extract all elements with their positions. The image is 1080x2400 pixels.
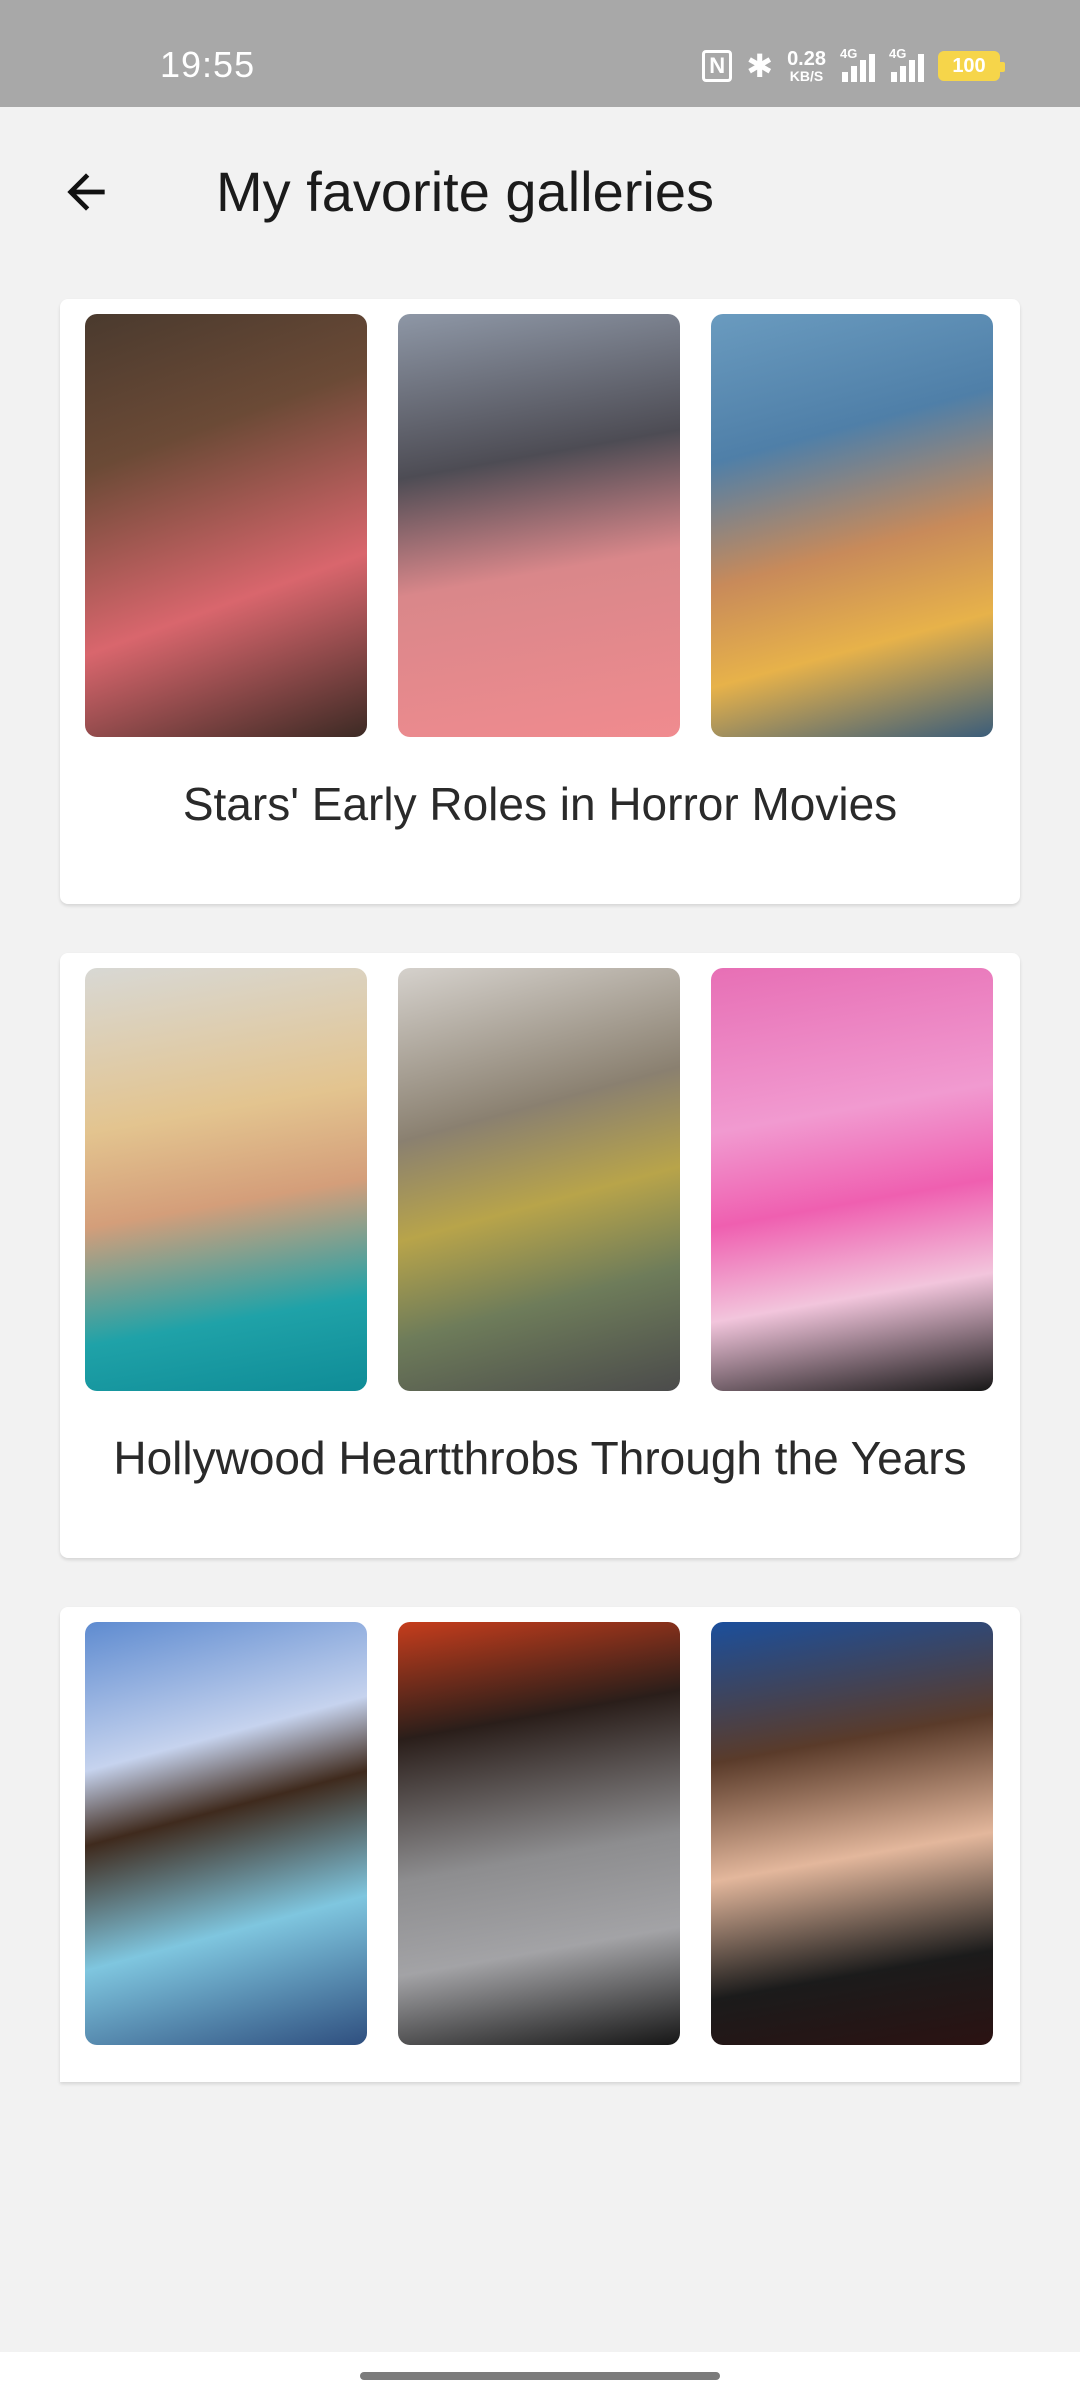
arrow-left-icon — [67, 173, 105, 211]
gallery-thumbnails — [85, 968, 993, 1391]
gallery-thumbnail — [398, 1622, 680, 2045]
home-indicator[interactable] — [360, 2372, 720, 2380]
bluetooth-icon: ✱ — [746, 48, 774, 84]
gallery-card[interactable] — [60, 1607, 1020, 2082]
gallery-thumbnails — [85, 1622, 993, 2045]
status-bar: 19:55 N ✱ 0.28 KB/S 4G 4G 100 — [0, 0, 1080, 107]
gallery-thumbnail — [85, 314, 367, 737]
navigation-bar — [0, 2352, 1080, 2400]
battery-level: 100 — [952, 54, 986, 77]
gallery-thumbnails — [85, 314, 993, 737]
gallery-thumbnail — [711, 314, 993, 737]
network-speed-value: 0.28 — [787, 48, 826, 70]
battery-icon: 100 — [938, 51, 1005, 81]
gallery-thumbnail — [711, 1622, 993, 2045]
gallery-thumbnail — [85, 1622, 367, 2045]
gallery-card[interactable]: Hollywood Heartthrobs Through the Years — [60, 953, 1020, 1558]
network-speed: 0.28 KB/S — [787, 49, 826, 83]
network-speed-unit: KB/S — [789, 68, 824, 84]
gallery-thumbnail — [711, 968, 993, 1391]
page-title: My favorite galleries — [216, 160, 714, 223]
gallery-thumbnail — [398, 968, 680, 1391]
gallery-card[interactable]: Stars' Early Roles in Horror Movies — [60, 299, 1020, 904]
nfc-icon: N — [702, 50, 733, 82]
gallery-thumbnail — [398, 314, 680, 737]
gallery-title: Hollywood Heartthrobs Through the Years — [113, 1432, 967, 1484]
status-time: 19:55 — [160, 44, 256, 85]
status-icons: N ✱ 0.28 KB/S 4G 4G 100 — [702, 46, 1005, 86]
gallery-thumbnail — [85, 968, 367, 1391]
app-bar: My favorite galleries — [0, 107, 1080, 277]
gallery-title: Stars' Early Roles in Horror Movies — [182, 778, 898, 830]
gallery-list: Stars' Early Roles in Horror Movies Holl… — [60, 299, 1020, 2131]
signal-icon-2: 4G — [889, 46, 924, 82]
signal-1-label: 4G — [840, 46, 858, 61]
signal-2-label: 4G — [889, 46, 907, 61]
back-button[interactable] — [46, 152, 126, 232]
signal-icon-1: 4G — [840, 46, 875, 82]
